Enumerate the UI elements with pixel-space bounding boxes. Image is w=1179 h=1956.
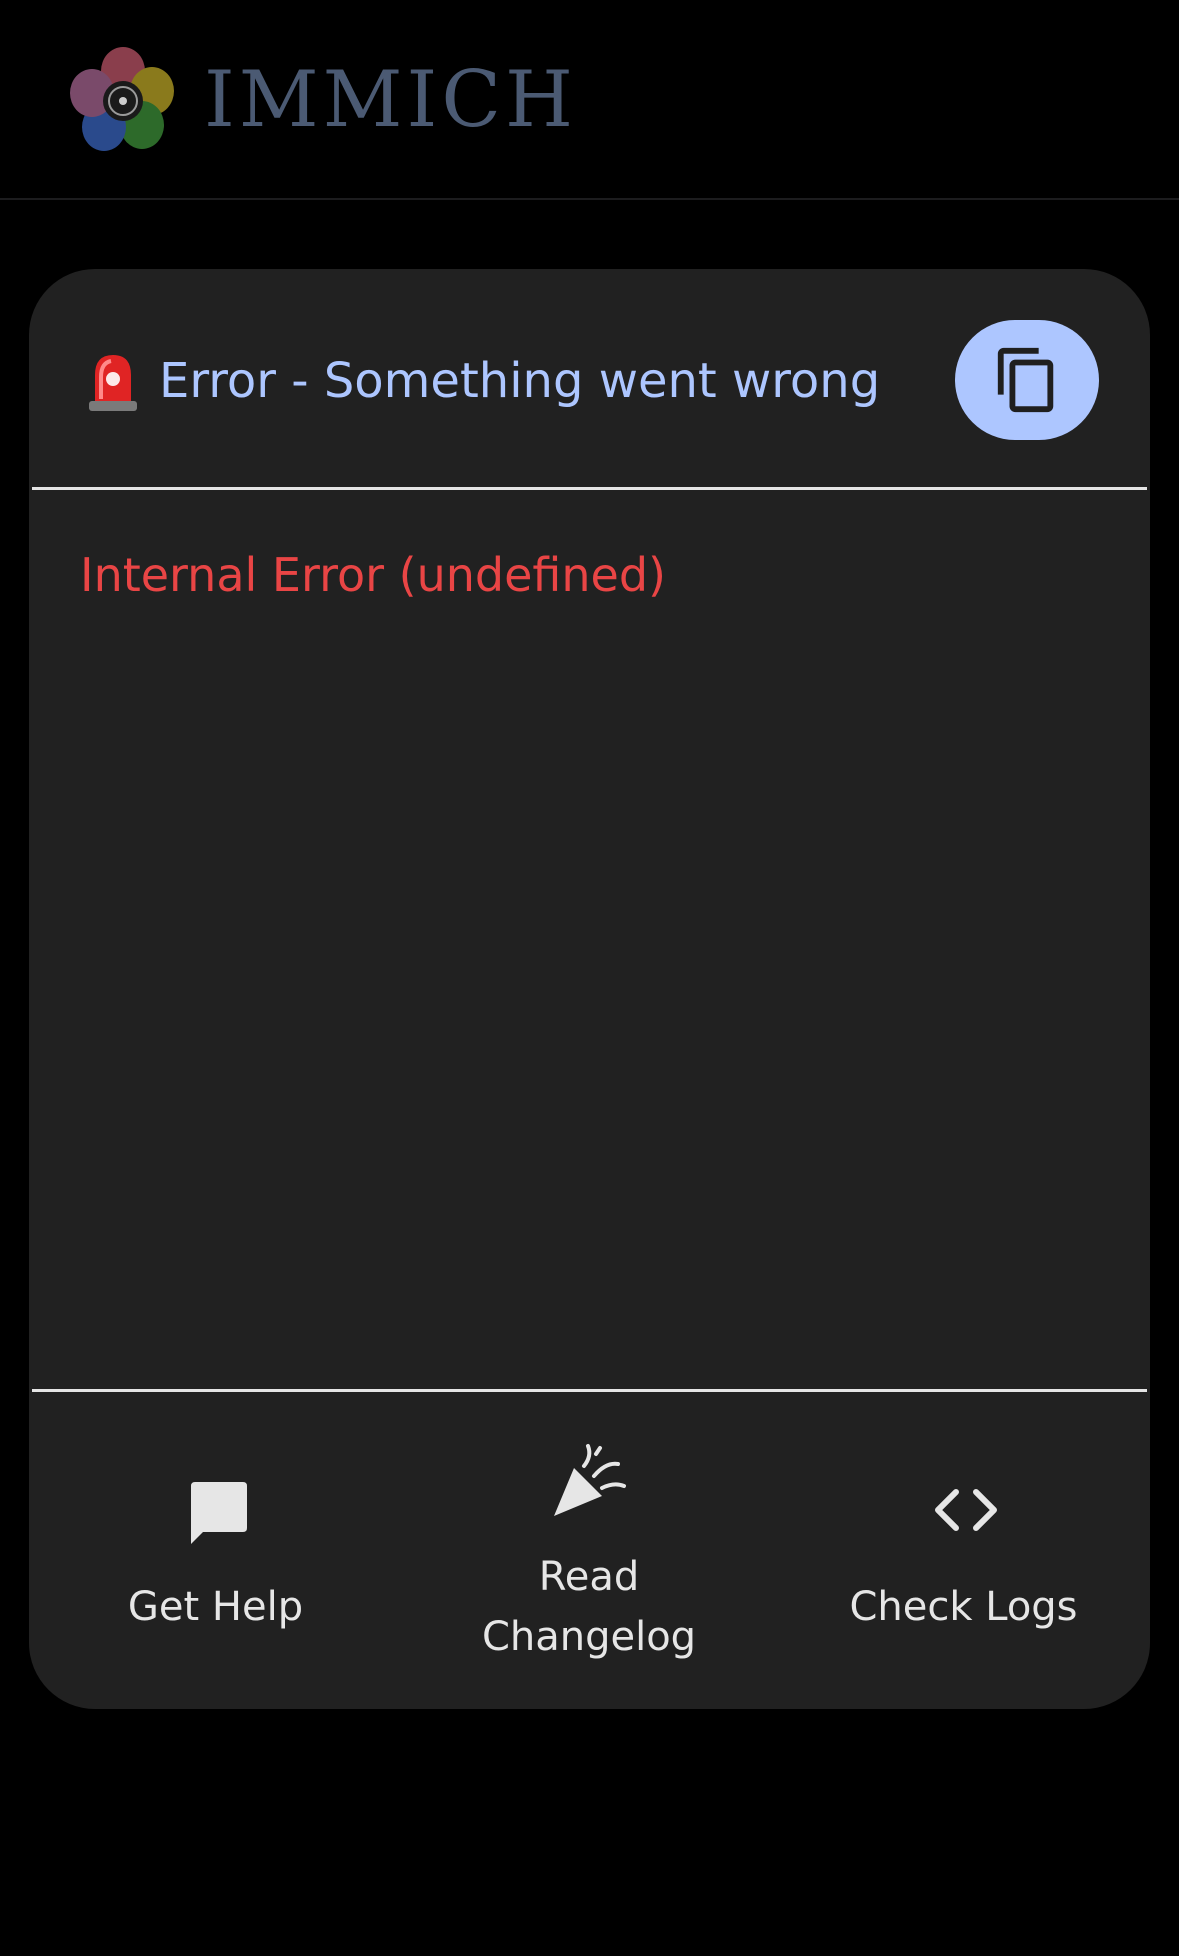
check-logs-label: Check Logs [849, 1584, 1078, 1630]
error-actions: Get Help Read Changelog Check Logs [29, 1392, 1150, 1709]
error-card-header: Error - Something went wrong [29, 269, 1150, 487]
app-header: IMMICH [0, 0, 1179, 200]
copy-icon [997, 347, 1054, 413]
app-logo-text: IMMICH [204, 55, 578, 145]
siren-icon [89, 355, 137, 411]
get-help-button[interactable]: Get Help [29, 1392, 402, 1709]
code-brackets-icon [935, 1489, 997, 1531]
read-changelog-button[interactable]: Read Changelog [403, 1392, 776, 1709]
copy-error-button[interactable] [955, 320, 1099, 440]
card-divider-top [32, 487, 1147, 490]
error-card: Error - Something went wrong Internal Er… [29, 269, 1150, 1709]
error-title: Error - Something went wrong [159, 353, 881, 409]
chat-bubble-icon [191, 1482, 247, 1544]
read-changelog-label: Read Changelog [481, 1554, 697, 1660]
get-help-label: Get Help [127, 1584, 304, 1630]
party-popper-icon [554, 1444, 626, 1516]
immich-flower-icon [70, 47, 174, 151]
check-logs-button[interactable]: Check Logs [777, 1392, 1150, 1709]
error-message: Internal Error (undefined) [80, 548, 666, 602]
